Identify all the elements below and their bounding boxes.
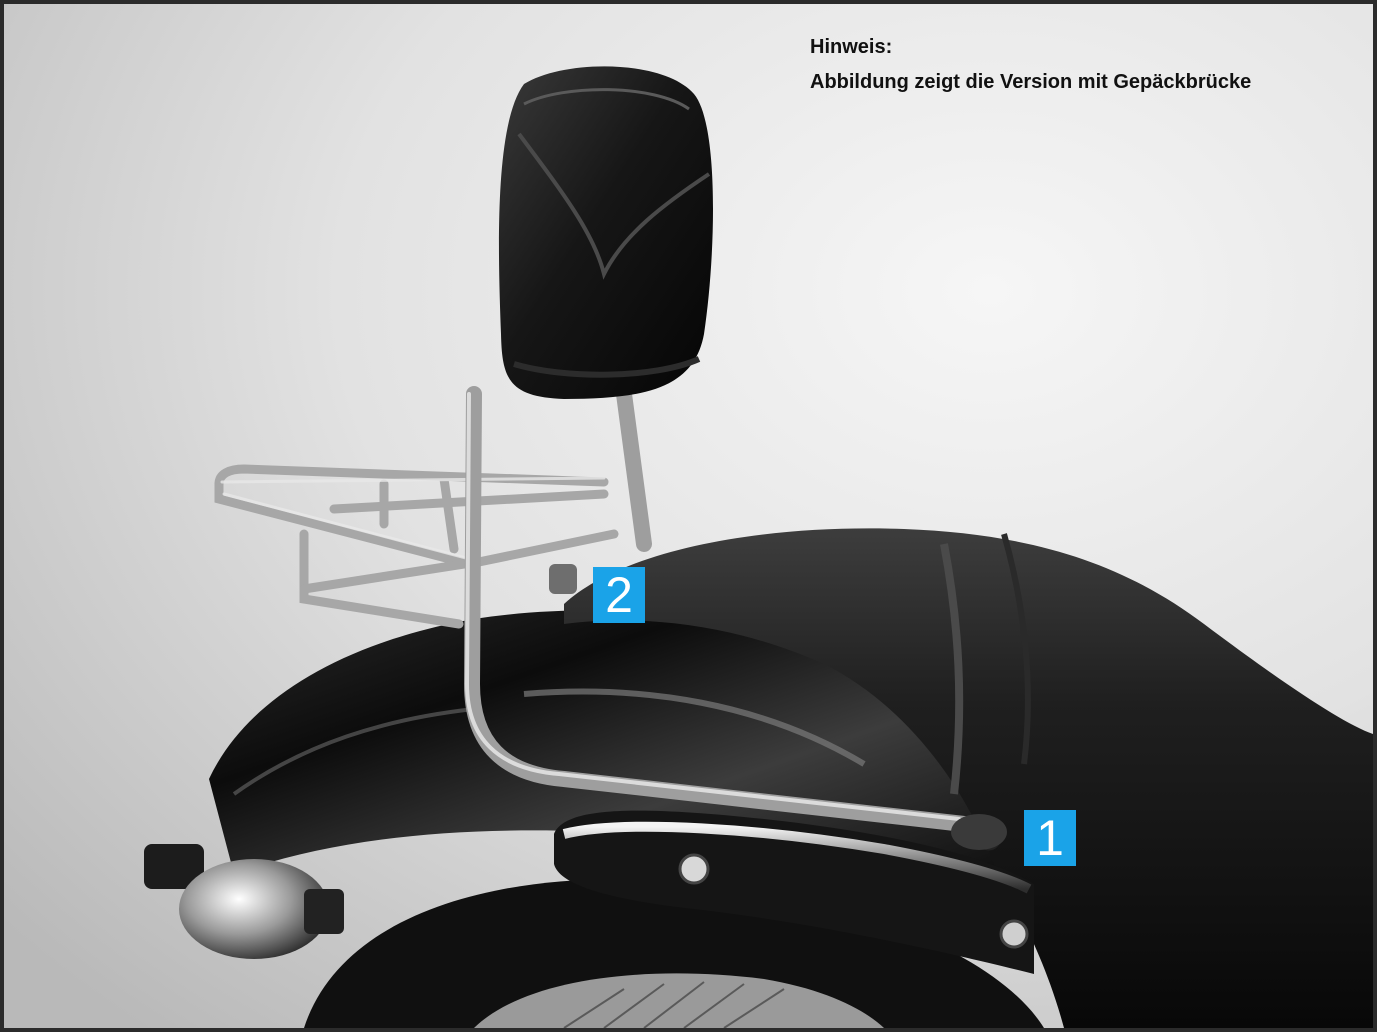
note-text: Abbildung zeigt die Version mit Gepäckbr…: [810, 71, 1252, 93]
marker-2-badge: 2: [593, 567, 645, 623]
note-heading: Hinweis:: [810, 36, 893, 58]
photo-frame: Hinweis: Abbildung zeigt die Version mit…: [0, 0, 1377, 1032]
motorcycle-photo: [4, 4, 1373, 1028]
marker-1-badge: 1: [1024, 810, 1076, 866]
note-box: Hinweis: Abbildung zeigt die Version mit…: [810, 37, 1251, 92]
